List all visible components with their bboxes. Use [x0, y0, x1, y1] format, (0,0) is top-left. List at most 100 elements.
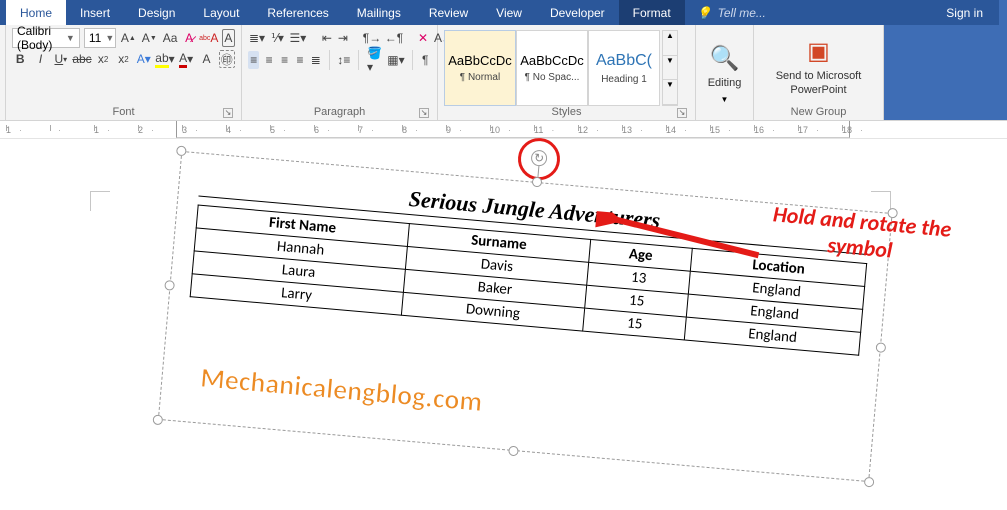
bullets-icon[interactable]: ≣▾ — [248, 29, 266, 47]
style-preview: AaBbCcDc — [448, 53, 512, 68]
font-size-combo[interactable]: 11 ▼ — [84, 28, 116, 48]
font-name-value: Calibri (Body) — [17, 24, 62, 52]
grow-font-icon[interactable]: A▲ — [120, 29, 137, 47]
separator — [358, 50, 359, 70]
borders-icon[interactable]: ▦▾ — [387, 51, 405, 69]
font-color-icon[interactable]: A▾ — [178, 50, 194, 68]
separator — [329, 50, 330, 70]
style-heading1[interactable]: AaBbC( Heading 1 — [588, 30, 660, 106]
horizontal-ruler[interactable]: 1 1 2 3 4 5 6 7 8 9 10 11 12 13 14 15 16… — [0, 121, 1007, 139]
font-dialog-launcher-icon[interactable]: ↘ — [223, 108, 233, 118]
shrink-font-icon[interactable]: A▼ — [141, 29, 158, 47]
char-shading-icon[interactable]: A — [198, 50, 214, 68]
editing-label: Editing — [708, 77, 742, 90]
paragraph-group-label: Paragraph ↘ — [248, 106, 431, 120]
dropdown-icon: ▼ — [66, 33, 75, 43]
change-case-icon[interactable]: Aa — [162, 29, 179, 47]
dropdown-icon: ▼ — [105, 33, 114, 43]
text-effects-icon[interactable]: A▾ — [136, 50, 152, 68]
clear-format-icon[interactable]: A̷ — [182, 29, 195, 47]
paragraph-dialog-launcher-icon[interactable]: ↘ — [419, 108, 429, 118]
multilevel-icon[interactable]: ☰▾ — [289, 29, 307, 47]
sign-in-link[interactable]: Sign in — [930, 0, 999, 25]
superscript-icon[interactable]: x2 — [115, 50, 131, 68]
rtl-icon[interactable]: ←¶ — [385, 29, 403, 47]
tab-insert[interactable]: Insert — [66, 0, 124, 25]
char-border-icon[interactable]: A — [222, 29, 235, 47]
style-normal[interactable]: AaBbCcDc ¶ Normal — [444, 30, 516, 106]
bold-icon[interactable]: B — [12, 50, 28, 68]
strikethrough-icon[interactable]: abc — [73, 50, 91, 68]
font-name-combo[interactable]: Calibri (Body) ▼ — [12, 28, 80, 48]
enclose-char-icon[interactable]: ㊞ — [219, 50, 235, 68]
new-group-label: New Group — [760, 106, 877, 120]
increase-indent-icon[interactable]: ⇥ — [337, 29, 349, 47]
ribbon: Calibri (Body) ▼ 11 ▼ A▲ A▼ Aa A̷ abcA A… — [0, 25, 1007, 121]
style-name: Heading 1 — [601, 70, 647, 85]
resize-handle-bottom-left[interactable] — [152, 414, 163, 425]
styles-gallery-scroll[interactable]: ▲ ▼ ▼ — [662, 30, 678, 106]
document-canvas[interactable]: ↻ Serious Jungle Adventurers First Name … — [0, 139, 1007, 510]
align-center-icon[interactable]: ≡ — [263, 51, 274, 69]
powerpoint-icon: ▣ — [807, 37, 830, 66]
resize-handle-bottom[interactable] — [508, 446, 519, 457]
justify-icon[interactable]: ≡ — [294, 51, 305, 69]
send-to-powerpoint-button[interactable]: ▣ Send to Microsoft PowerPoint — [760, 28, 877, 106]
line-spacing-icon[interactable]: ↕≡ — [336, 51, 351, 69]
paragraph-group: ≣▾ ⅟▾ ☰▾ ⇤ ⇥ ¶→ ←¶ ✕ A↓ ≡ ≡ ≡ ≡ ≣ ↕≡ — [242, 25, 438, 120]
style-preview: AaBbC( — [596, 52, 652, 70]
shading-icon[interactable]: 🪣▾ — [366, 51, 383, 69]
tab-format[interactable]: Format — [619, 0, 685, 25]
tab-developer[interactable]: Developer — [536, 0, 619, 25]
tell-me-label: Tell me... — [718, 6, 766, 20]
highlight-color-icon[interactable]: ab▾ — [156, 50, 174, 68]
italic-icon[interactable]: I — [32, 50, 48, 68]
styles-dialog-launcher-icon[interactable]: ↘ — [677, 108, 687, 118]
editing-button[interactable]: 🔍 Editing ▼ — [700, 28, 750, 120]
search-icon: 🔍 — [710, 44, 740, 73]
scroll-up-icon[interactable]: ▲ — [663, 31, 677, 56]
send-to-powerpoint-label: Send to Microsoft PowerPoint — [768, 70, 869, 96]
subscript-icon[interactable]: x2 — [95, 50, 111, 68]
style-name: ¶ Normal — [460, 68, 500, 83]
styles-group: AaBbCcDc ¶ Normal AaBbCcDc ¶ No Spac... … — [438, 25, 696, 120]
ribbon-tabs: Home Insert Design Layout References Mai… — [0, 0, 1007, 25]
scroll-down-icon[interactable]: ▼ — [663, 56, 677, 81]
ltr-icon[interactable]: ¶→ — [363, 29, 381, 47]
numbering-icon[interactable]: ⅟▾ — [270, 29, 285, 47]
tab-home[interactable]: Home — [6, 0, 66, 25]
tab-references[interactable]: References — [253, 0, 342, 25]
distributed-icon[interactable]: ≣ — [310, 51, 322, 69]
tab-layout[interactable]: Layout — [189, 0, 253, 25]
tab-view[interactable]: View — [482, 0, 536, 25]
resize-handle-bottom-right[interactable] — [864, 477, 875, 488]
styles-group-label: Styles ↘ — [444, 106, 689, 120]
tab-mailings[interactable]: Mailings — [343, 0, 415, 25]
font-size-value: 11 — [89, 31, 101, 45]
style-preview: AaBbCcDc — [520, 53, 584, 68]
dropdown-icon: ▼ — [721, 95, 729, 104]
window-edge — [999, 0, 1007, 25]
margin-corner-top-right — [871, 191, 891, 211]
asian-layout-icon[interactable]: ✕ — [417, 29, 429, 47]
new-group: ▣ Send to Microsoft PowerPoint New Group — [754, 25, 884, 120]
margin-corner-top-left — [90, 191, 110, 211]
decrease-indent-icon[interactable]: ⇤ — [321, 29, 333, 47]
tab-design[interactable]: Design — [124, 0, 189, 25]
lightbulb-icon: 💡 — [697, 6, 712, 20]
align-left-icon[interactable]: ≡ — [248, 51, 259, 69]
resize-handle-right[interactable] — [875, 342, 886, 353]
editing-group: 🔍 Editing ▼ — [696, 25, 754, 120]
scroll-more-icon[interactable]: ▼ — [663, 80, 677, 105]
underline-icon[interactable]: U▾ — [53, 50, 69, 68]
separator — [412, 50, 413, 70]
phonetic-guide-icon[interactable]: abcA — [200, 29, 218, 47]
show-marks-icon[interactable]: ¶ — [420, 51, 431, 69]
style-no-spacing[interactable]: AaBbCcDc ¶ No Spac... — [516, 30, 588, 106]
align-right-icon[interactable]: ≡ — [279, 51, 290, 69]
style-name: ¶ No Spac... — [525, 68, 580, 83]
tell-me-search[interactable]: 💡 Tell me... — [685, 0, 778, 25]
tab-review[interactable]: Review — [415, 0, 482, 25]
font-group-label: Font ↘ — [12, 106, 235, 120]
font-group: Calibri (Body) ▼ 11 ▼ A▲ A▼ Aa A̷ abcA A… — [6, 25, 242, 120]
